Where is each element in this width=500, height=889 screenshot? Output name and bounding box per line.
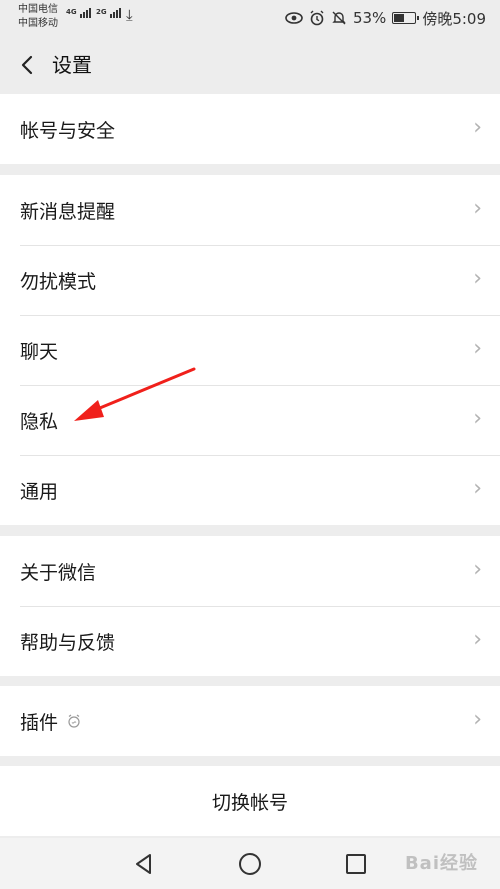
page-title: 设置 [52,53,92,77]
settings-item-label: 新消息提醒 [20,200,116,223]
chevron-right-icon: › [473,115,482,140]
switch-account-label: 切换帐号 [211,791,288,814]
carrier-1: 中国电信 [18,4,58,15]
settings-group-plugins: 插件 › [0,686,500,756]
chevron-right-icon: › [473,196,482,221]
watermark: Bai经验 [404,853,478,874]
eye-icon [285,12,303,24]
nav-header: 设置 [0,36,500,94]
settings-item-about-wechat[interactable]: 关于微信 › [0,536,500,606]
chevron-right-icon: › [473,406,482,431]
status-icons: 53% 傍晚5:09 [285,7,486,29]
carrier-2: 中国移动 [18,18,58,29]
settings-item-label: 插件 [20,711,59,734]
settings-group-account: 帐号与安全 › [0,94,500,164]
settings-item-label: 勿扰模式 [20,270,97,293]
download-icon: ⤓ [126,6,133,24]
signal-1-icon: 4G [66,8,92,18]
settings-item-privacy[interactable]: 隐私 › [0,385,500,455]
settings-group-about: 关于微信 › 帮助与反馈 › [0,536,500,676]
clock: 傍晚5:09 [422,9,486,28]
plugin-alarm-icon [68,714,80,728]
status-bar: 中国电信 中国移动 4G 2G ⤓ 53% 傍晚5:09 [0,0,500,36]
alarm-icon [310,10,324,26]
signal-2-icon: 2G [96,8,122,18]
chevron-right-icon: › [473,627,482,652]
chevron-left-icon [21,55,33,75]
settings-item-new-message-alerts[interactable]: 新消息提醒 › [0,175,500,245]
nav-back-icon[interactable] [130,850,158,878]
settings-item-chat[interactable]: 聊天 › [0,315,500,385]
carrier-info: 中国电信 中国移动 [18,3,58,31]
mute-bell-icon [332,11,346,25]
chevron-right-icon: › [473,557,482,582]
settings-group-general: 新消息提醒 › 勿扰模式 › 聊天 › 隐私 › 通用 › [0,175,500,525]
settings-item-help-feedback[interactable]: 帮助与反馈 › [0,606,500,676]
chevron-right-icon: › [473,476,482,501]
nav-recents-icon[interactable] [342,850,370,878]
battery-percent: 53% [352,9,387,27]
battery-icon [392,12,420,24]
network-type-2: 2G [96,8,107,16]
settings-item-label: 隐私 [20,410,59,433]
settings-item-do-not-disturb[interactable]: 勿扰模式 › [0,245,500,315]
settings-item-label: 关于微信 [20,561,97,584]
settings-item-label: 帐号与安全 [20,119,116,142]
chevron-right-icon: › [473,707,482,732]
chevron-right-icon: › [473,266,482,291]
nav-home-icon[interactable] [236,850,264,878]
settings-item-label: 通用 [20,480,59,503]
switch-account-button[interactable]: 切换帐号 [0,766,500,836]
settings-item-label: 聊天 [20,340,59,363]
settings-item-plugins[interactable]: 插件 › [0,686,500,756]
settings-item-general[interactable]: 通用 › [0,455,500,525]
network-type-1: 4G [66,8,77,16]
chevron-right-icon: › [473,336,482,361]
settings-item-label: 帮助与反馈 [20,631,116,654]
system-navigation-bar: Bai经验 [0,838,500,889]
back-button[interactable] [14,50,42,80]
settings-item-account-security[interactable]: 帐号与安全 › [0,94,500,164]
